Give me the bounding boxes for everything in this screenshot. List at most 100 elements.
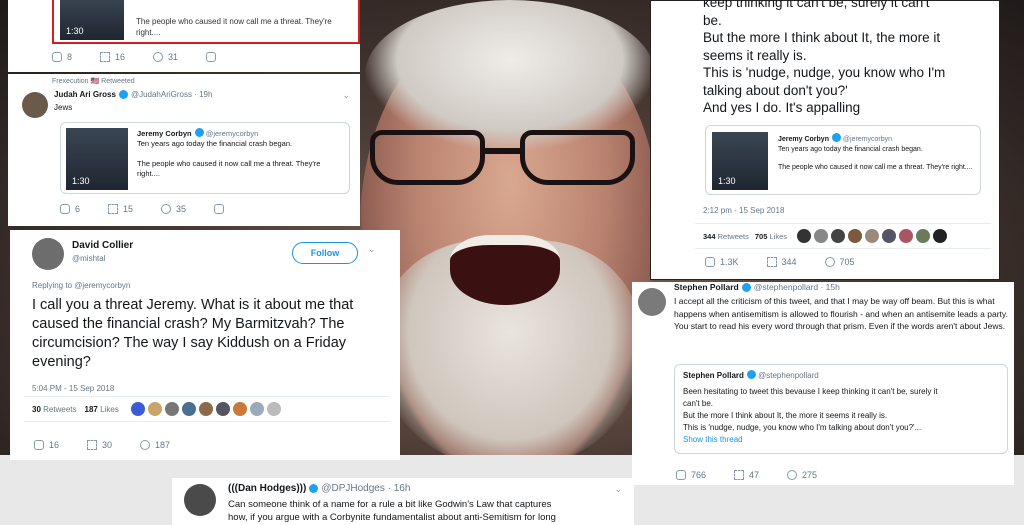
- retweet-icon: [766, 257, 777, 267]
- retweet-count: 344: [781, 257, 797, 267]
- tweet-card-gross: Frexecution 🇺🇸 Retweeted Judah Ari Gross…: [8, 74, 360, 226]
- heart-icon: [824, 257, 835, 267]
- avatar[interactable]: [32, 238, 64, 270]
- retweet-count: 16: [115, 52, 126, 62]
- like-count: 275: [802, 470, 818, 480]
- reply-icon: [34, 440, 44, 450]
- like-button[interactable]: 275: [787, 470, 817, 480]
- quoted-author-handle: @jeremycorbyn: [842, 136, 893, 143]
- highlighted-quote[interactable]: 1:30 The people who caused it now call m…: [52, 0, 360, 44]
- video-thumbnail[interactable]: 1:30: [66, 128, 128, 190]
- retweet-icon: [734, 470, 745, 480]
- like-count: 35: [176, 204, 187, 214]
- author-name[interactable]: Judah Ari Gross: [54, 90, 116, 99]
- show-thread-link[interactable]: Show this thread: [683, 434, 999, 446]
- likes-label: Likes: [100, 404, 119, 414]
- video-thumbnail[interactable]: 1:30: [60, 0, 124, 40]
- tweet-card-top-left: 1:30 The people who caused it now call m…: [8, 0, 360, 72]
- reply-button[interactable]: 6: [60, 204, 80, 214]
- reply-icon: [676, 470, 686, 480]
- retweets-count[interactable]: 344: [703, 232, 716, 241]
- tweet-card-hodges: (((Dan Hodges))) @DPJHodges · 16h ⌄ Can …: [172, 478, 634, 525]
- reply-button[interactable]: 16: [34, 440, 59, 450]
- photo-glasses: [370, 130, 640, 190]
- action-bar: 16 30 187: [34, 440, 198, 450]
- tweet-line: how, if you argue with a Corbynite funda…: [228, 512, 556, 523]
- action-bar: 1.3K 344 705: [705, 257, 883, 267]
- tweet-line: keep thinking it can't be, surely it can…: [703, 0, 930, 10]
- quoted-line-1: Ten years ago today the financial crash …: [137, 139, 293, 148]
- action-bar: 8 16 31: [52, 52, 249, 62]
- retweet-button[interactable]: 30: [87, 440, 112, 450]
- retweet-button[interactable]: 47: [734, 470, 759, 480]
- quoted-line-1: Ten years ago today the financial crash …: [778, 146, 923, 153]
- tweet-text: Jews: [54, 103, 73, 112]
- tweet-line: This is 'nudge, nudge, you know who I'm: [703, 65, 946, 80]
- verified-icon: [741, 282, 751, 292]
- video-duration: 1:30: [718, 176, 736, 186]
- author-name[interactable]: Stephen Pollard: [674, 282, 739, 292]
- retweets-count[interactable]: 30: [32, 405, 41, 414]
- verified-icon: [309, 484, 319, 493]
- tweet-line: be.: [703, 12, 722, 28]
- quoted-line: But the more I think about It, the more …: [683, 411, 888, 420]
- heart-icon: [140, 440, 151, 450]
- tweet-line: Can someone think of a name for a rule a…: [228, 499, 552, 510]
- reply-button[interactable]: 766: [676, 470, 706, 480]
- tweet-text: I call you a threat Jeremy. What is it a…: [32, 297, 354, 370]
- action-bar: 766 47 275: [676, 470, 845, 480]
- avatar[interactable]: [22, 92, 48, 118]
- quoted-tweet[interactable]: Stephen Pollard @stephenpollard Been hes…: [674, 364, 1008, 454]
- avatar[interactable]: [638, 288, 666, 316]
- likes-count[interactable]: 187: [85, 405, 98, 414]
- video-thumbnail[interactable]: 1:30: [712, 132, 768, 190]
- quoted-tweet[interactable]: 1:30 Jeremy Corbyn @jeremycorbyn Ten yea…: [705, 125, 981, 195]
- likers-avatars: [130, 402, 284, 416]
- quoted-line: Been hesitating to tweet this bevause I …: [683, 387, 938, 396]
- avatar[interactable]: [184, 484, 216, 516]
- author-name[interactable]: (((Dan Hodges))): [228, 483, 306, 494]
- quoted-tweet[interactable]: 1:30 Jeremy Corbyn @jeremycorbyn Ten yea…: [60, 122, 350, 194]
- retweet-note: Frexecution 🇺🇸 Retweeted: [52, 78, 135, 85]
- like-button[interactable]: 31: [153, 52, 178, 62]
- tweet-line: And yes I do. It's appalling: [703, 100, 861, 115]
- like-count: 705: [839, 257, 855, 267]
- dm-button[interactable]: [214, 204, 229, 214]
- tweet-time: 2:12 pm - 15 Sep 2018: [703, 206, 785, 215]
- tweet-time: 5:04 PM - 15 Sep 2018: [32, 384, 115, 393]
- quoted-line-2: The people who caused it now call me a t…: [137, 159, 321, 178]
- reply-count: 766: [691, 470, 707, 480]
- quoted-author-name: Jeremy Corbyn: [778, 136, 829, 143]
- heart-icon: [153, 52, 164, 62]
- quoted-line: can't be.: [683, 399, 713, 408]
- like-button[interactable]: 35: [161, 204, 186, 214]
- verified-icon: [194, 128, 204, 137]
- retweet-button[interactable]: 15: [108, 204, 133, 214]
- dm-button[interactable]: [206, 52, 221, 62]
- follow-button[interactable]: Follow: [292, 242, 358, 264]
- author-name[interactable]: David Collier: [72, 240, 133, 251]
- reply-button[interactable]: 1.3K: [705, 257, 739, 267]
- verified-icon: [831, 133, 841, 142]
- tweet-line: seems it really is.: [703, 47, 807, 63]
- retweet-button[interactable]: 16: [100, 52, 125, 62]
- reply-icon: [705, 257, 715, 267]
- video-duration: 1:30: [72, 176, 90, 186]
- retweet-button[interactable]: 344: [766, 257, 797, 267]
- like-button[interactable]: 705: [824, 257, 855, 267]
- chevron-down-icon[interactable]: ⌄: [368, 244, 376, 255]
- reply-count: 8: [67, 52, 73, 62]
- reply-to-note[interactable]: Replying to @jeremycorbyn: [32, 281, 130, 290]
- reply-icon: [52, 52, 62, 62]
- author-handle: @mishtal: [72, 254, 106, 263]
- likes-count[interactable]: 705: [755, 232, 768, 241]
- chevron-down-icon[interactable]: ⌄: [614, 484, 622, 495]
- retweets-label: Retweets: [43, 404, 77, 414]
- tweet-text: keep thinking it can't be, surely it can…: [703, 1, 945, 117]
- chevron-down-icon[interactable]: ⌄: [342, 90, 350, 101]
- reply-button[interactable]: 8: [52, 52, 72, 62]
- retweet-count: 47: [749, 470, 760, 480]
- quoted-line-2: The people who caused it now call me a t…: [778, 164, 973, 171]
- heart-icon: [161, 204, 172, 214]
- like-button[interactable]: 187: [140, 440, 170, 450]
